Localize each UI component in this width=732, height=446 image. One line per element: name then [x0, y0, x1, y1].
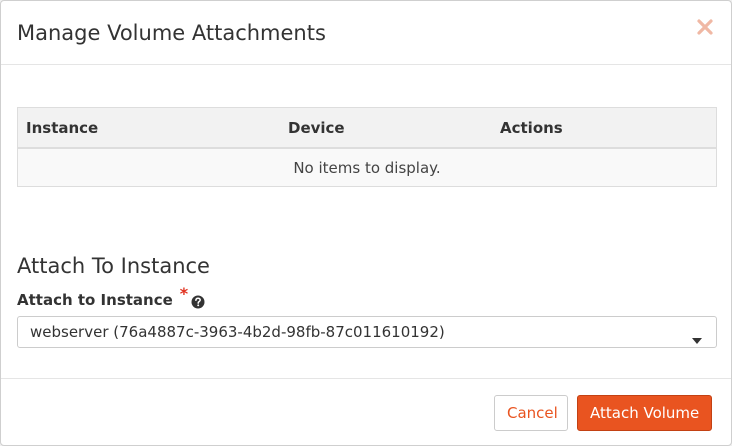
caret-down-icon [692, 329, 702, 344]
question-circle-icon[interactable] [191, 293, 205, 309]
column-header-actions: Actions [492, 108, 716, 149]
attach-volume-button[interactable]: Attach Volume [577, 395, 712, 431]
column-header-device: Device [280, 108, 492, 149]
attach-instance-label-text: Attach to Instance [17, 291, 173, 309]
instance-select-value: webserver (76a4887c-3963-4b2d-98fb-87c01… [30, 323, 445, 341]
close-icon [693, 13, 717, 41]
dialog-title: Manage Volume Attachments [17, 21, 326, 45]
attachments-table: Instance Device Actions No items to disp… [17, 107, 717, 187]
table-header-row: Instance Device Actions [18, 108, 716, 149]
manage-volume-attachments-dialog: Manage Volume Attachments Instance Devic… [0, 0, 732, 446]
table-empty-row: No items to display. [18, 148, 716, 186]
close-button[interactable] [693, 13, 717, 41]
column-header-instance: Instance [18, 108, 280, 149]
cancel-button[interactable]: Cancel [494, 395, 568, 431]
dialog-header: Manage Volume Attachments [1, 1, 731, 65]
attach-section-title: Attach To Instance [17, 254, 210, 278]
attach-instance-label: Attach to Instance * [17, 284, 205, 311]
dialog-footer: Cancel Attach Volume [1, 378, 731, 445]
dialog-body: Instance Device Actions No items to disp… [1, 65, 731, 378]
required-marker: * [179, 284, 189, 303]
instance-select[interactable]: webserver (76a4887c-3963-4b2d-98fb-87c01… [17, 316, 717, 348]
empty-message: No items to display. [18, 148, 716, 186]
